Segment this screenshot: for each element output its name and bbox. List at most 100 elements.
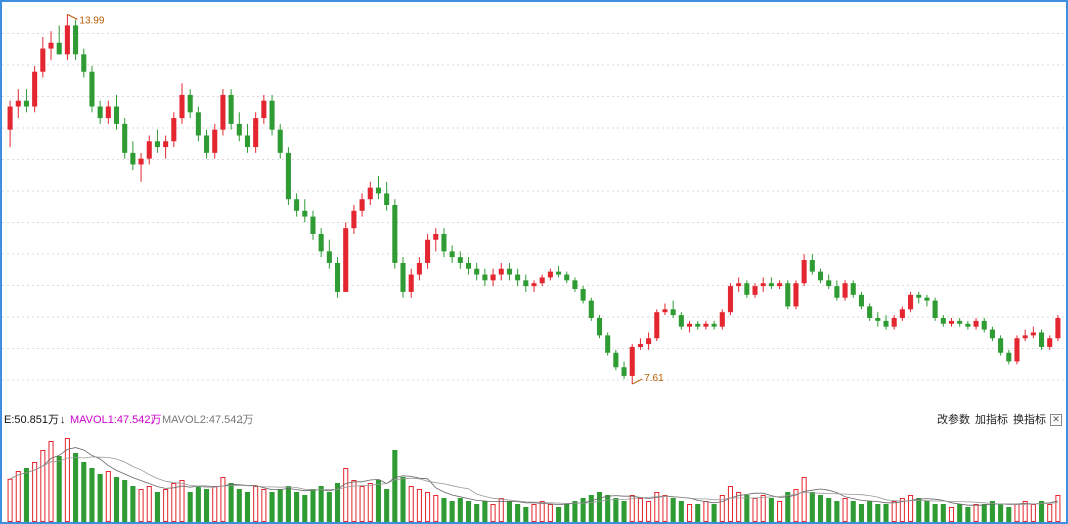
candle-body — [236, 123, 242, 136]
candle-body — [244, 135, 251, 148]
volume-bar — [973, 504, 979, 522]
candle-body — [613, 352, 619, 368]
candle-body — [777, 283, 783, 287]
candle-body — [523, 280, 529, 287]
volume-bar — [547, 504, 553, 522]
candle-body — [703, 323, 709, 327]
volume-bar — [490, 504, 496, 522]
candle-body — [294, 199, 300, 211]
volume-bar — [621, 501, 627, 522]
volume-bar — [244, 492, 251, 522]
candle-body — [547, 271, 553, 278]
candle — [220, 89, 226, 136]
candle — [400, 257, 406, 298]
candle — [351, 205, 357, 234]
volume-bar — [744, 495, 750, 522]
volume-bar — [40, 450, 46, 522]
candle-body — [719, 312, 725, 327]
candle — [498, 262, 504, 281]
volume-bar — [171, 483, 177, 522]
candle-body — [891, 317, 897, 327]
candle — [253, 112, 259, 153]
candle-body — [113, 106, 120, 124]
candle-body — [253, 118, 259, 148]
volume-bar — [138, 489, 144, 522]
candle-body — [367, 187, 373, 200]
candle-body — [662, 309, 668, 313]
candle — [7, 100, 13, 148]
candle-body — [875, 317, 881, 321]
candle — [867, 303, 873, 321]
candle-body — [375, 187, 382, 194]
volume-bar — [425, 492, 431, 522]
candle-body — [588, 300, 594, 318]
candle-body — [785, 283, 791, 307]
candle — [204, 129, 210, 159]
modify-params-button[interactable]: 改参数 — [937, 410, 970, 430]
candle — [998, 335, 1004, 356]
candle-body — [580, 289, 586, 301]
add-indicator-button[interactable]: 加指标 — [975, 410, 1008, 430]
candle-body — [531, 283, 537, 287]
candle — [465, 257, 472, 275]
candle — [1038, 329, 1045, 350]
candle-body — [596, 317, 603, 336]
candle-body — [146, 141, 152, 159]
candle-body — [465, 262, 472, 269]
candle — [408, 268, 414, 298]
volume-bar — [1014, 504, 1020, 522]
volume-bar — [515, 504, 521, 522]
candle-body — [605, 335, 611, 353]
volume-bar — [637, 498, 643, 522]
volume-bar — [891, 501, 897, 522]
volume-bar — [965, 507, 971, 522]
candle-body — [940, 317, 946, 324]
high-marker-line — [67, 13, 78, 20]
candle-body — [89, 71, 95, 107]
candle — [695, 320, 701, 330]
candle-body — [760, 283, 766, 287]
volume-bar — [48, 441, 54, 522]
candle-body — [1047, 338, 1053, 347]
candle — [744, 280, 750, 298]
volume-bar — [261, 489, 267, 522]
volume-bar — [801, 477, 807, 522]
switch-indicator-button[interactable]: 换指标 — [1013, 410, 1046, 430]
candle — [989, 326, 995, 342]
volume-bar — [932, 504, 938, 522]
candle-body — [932, 300, 938, 318]
candle-body — [490, 274, 496, 281]
candle-body — [1030, 332, 1036, 336]
candle-body — [768, 283, 774, 287]
candle-body — [515, 274, 521, 281]
candle — [318, 228, 324, 258]
candle — [1047, 335, 1053, 350]
candle-body — [621, 367, 627, 376]
candle-body — [1038, 332, 1045, 347]
candle — [875, 312, 881, 327]
candle-body — [212, 129, 218, 153]
candle — [973, 317, 979, 330]
volume-bar — [703, 501, 709, 522]
close-icon[interactable]: ✕ — [1050, 414, 1062, 426]
volume-bar — [441, 498, 447, 522]
candle-body — [686, 323, 693, 327]
volume-bar — [474, 504, 480, 522]
candle — [310, 210, 316, 240]
candle-body — [32, 71, 38, 107]
candle-body — [269, 100, 275, 130]
candle — [596, 315, 603, 339]
candle-body — [989, 329, 995, 339]
volume-bar — [449, 501, 455, 522]
volume-bar — [1055, 495, 1061, 522]
candle — [482, 268, 488, 287]
candle — [613, 349, 619, 371]
candle-body — [711, 323, 717, 327]
candle — [367, 181, 373, 205]
volume-bar — [64, 438, 70, 522]
candle-body — [867, 306, 873, 318]
candle-body — [285, 152, 291, 200]
candle — [261, 94, 267, 124]
candle — [1014, 335, 1020, 365]
volume-bar — [916, 498, 922, 522]
